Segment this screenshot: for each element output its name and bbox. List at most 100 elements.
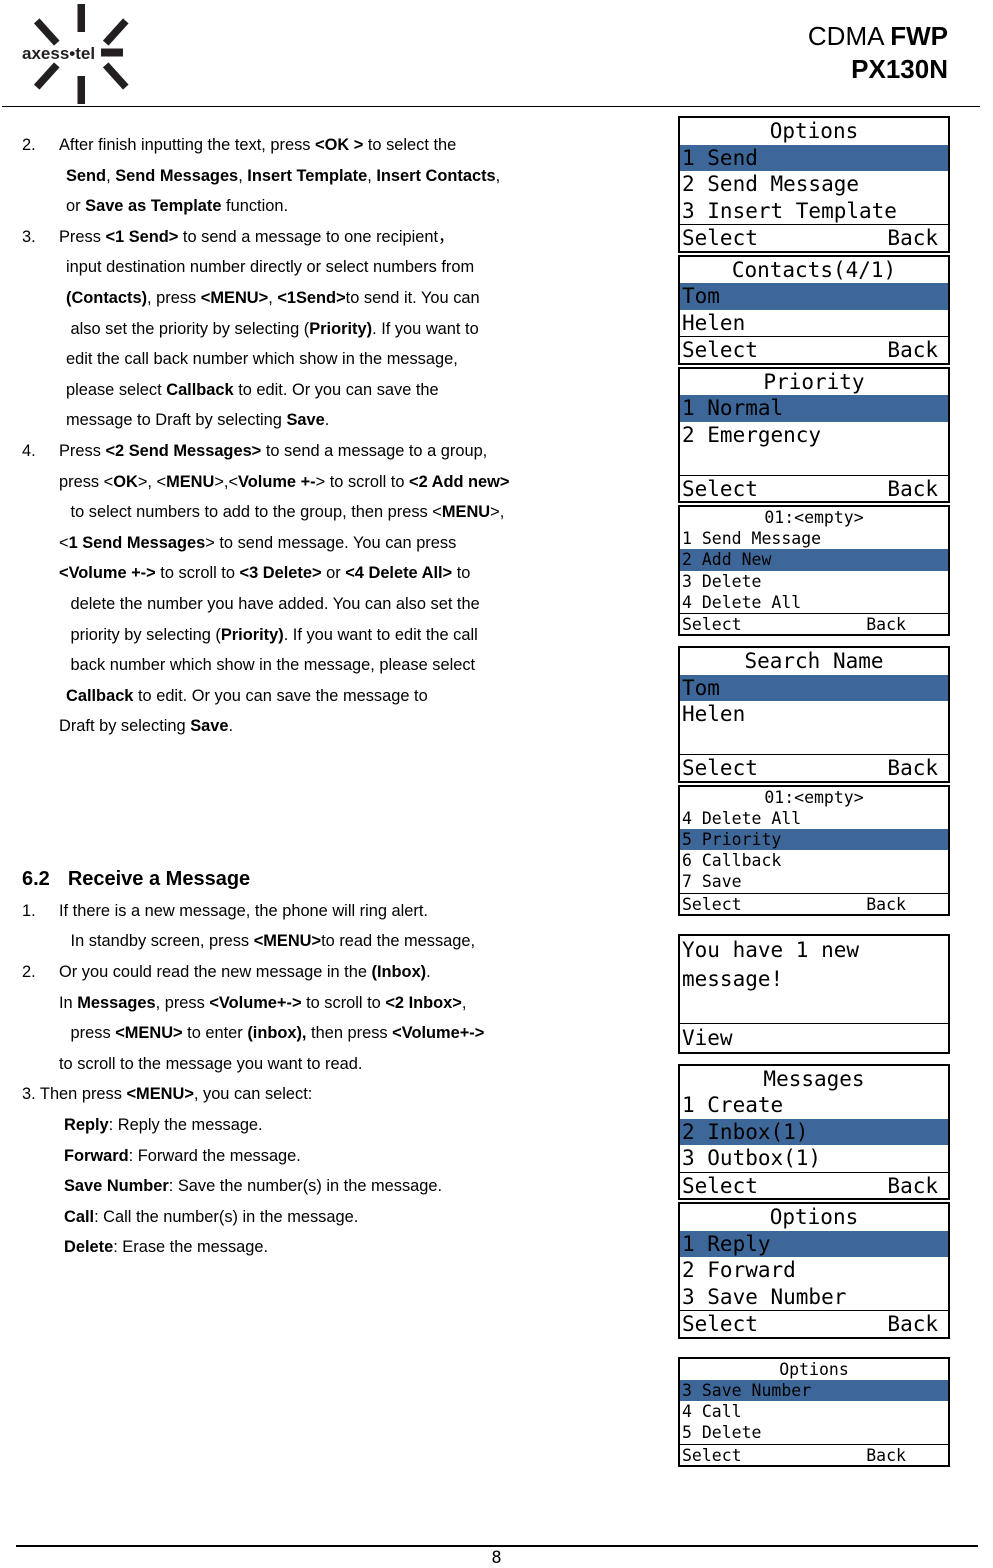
title-cdma: CDMA: [807, 21, 891, 51]
lcd-blank-row: [680, 728, 948, 755]
text-line: In standby screen, press <MENU>to read t…: [66, 932, 476, 951]
lcd-menu-item-selected[interactable]: 1 Reply: [680, 1230, 948, 1258]
section-title: Receive a Message: [67, 867, 251, 890]
lcd-menu-item[interactable]: 1 Send Message: [680, 528, 948, 549]
lcd-menu-item[interactable]: 2 Forward: [680, 1257, 948, 1284]
lcd-title: 01:<empty>: [764, 787, 864, 807]
definition-item: Reply: Reply the message.: [64, 1116, 263, 1135]
lcd-menu-item[interactable]: 1 Create: [680, 1092, 948, 1119]
axess-tel-logo: axess•tel: [14, 4, 154, 104]
lcd-softkey-right[interactable]: Back: [887, 755, 938, 781]
lcd-menu-item-selected[interactable]: Tom: [680, 674, 948, 702]
lcd-softkey-right[interactable]: Back: [887, 225, 938, 251]
text-line: Send, Send Messages, Insert Template, In…: [66, 166, 501, 185]
paragraph-step-2: 2. After finish inputting the text, pres…: [16, 130, 656, 222]
lcd-softkey-left[interactable]: Select: [682, 225, 758, 251]
lcd-screen-priority: Priority 1 Normal 2 Emergency Select Back: [678, 366, 950, 503]
lcd-menu-item[interactable]: 4 Delete All: [680, 808, 948, 829]
section-number: 6.2: [22, 867, 50, 890]
definition-item: Forward: Forward the message.: [64, 1146, 301, 1165]
lcd-softkey-left[interactable]: Select: [682, 337, 758, 363]
step-number: 2.: [22, 963, 36, 982]
text-line: Draft by selecting Save.: [59, 717, 234, 736]
lcd-softkey-right[interactable]: Back: [887, 476, 938, 502]
lcd-menu-item-selected[interactable]: 2 Add New: [680, 549, 948, 571]
lcd-softkey-right[interactable]: Back: [887, 337, 938, 363]
lcd-softkey-left[interactable]: Select: [682, 1445, 742, 1465]
lcd-menu-item[interactable]: 3 Save Number: [680, 1284, 948, 1311]
text-line: (Contacts), press <MENU>, <1Send>to send…: [66, 288, 480, 307]
lcd-screen-contacts: Contacts(4/1) Tom Helen Select Back: [678, 254, 950, 365]
lcd-blank-row: [680, 994, 948, 1023]
text-line: or Save as Template function.: [66, 197, 289, 216]
lcd-menu-item-selected[interactable]: 5 Priority: [680, 829, 948, 851]
lcd-softkey-left[interactable]: View: [682, 1024, 733, 1052]
title-model: PX130N: [851, 54, 948, 85]
lcd-softkey-right[interactable]: Back: [866, 1445, 906, 1465]
definition-item: Delete: Erase the message.: [64, 1238, 269, 1257]
lcd-softkey-right[interactable]: Back: [887, 1311, 938, 1337]
lcd-menu-item[interactable]: Helen: [680, 310, 948, 337]
screen-gap: [678, 1054, 950, 1064]
lcd-menu-item-selected[interactable]: 3 Save Number: [680, 1379, 948, 1402]
paragraph-step-4: 4. Press <2 Send Messages> to send a mes…: [16, 436, 656, 742]
lcd-softkey-left[interactable]: Select: [682, 894, 742, 914]
lcd-softkey-bar: View: [680, 1022, 948, 1052]
page-number: 8: [491, 1548, 502, 1568]
lcd-menu-item-selected[interactable]: 1 Normal: [680, 395, 948, 422]
lcd-menu-item-selected[interactable]: 2 Inbox(1): [680, 1118, 948, 1146]
lcd-menu-item[interactable]: 4 Call: [680, 1401, 948, 1422]
text-line: press <OK>, <MENU>,<Volume +-> to scroll…: [59, 472, 510, 491]
lcd-screen-options-save-number: Options 3 Save Number 4 Call 5 Delete Select…: [678, 1356, 950, 1467]
text-line: Callback to edit. Or you can save the me…: [66, 686, 428, 705]
lcd-screen-options-reply: Options 1 Reply 2 Forward 3 Save Number Sele…: [678, 1202, 950, 1339]
lcd-screen-search-name: Search Name Tom Helen Select Back: [678, 646, 950, 783]
lcd-softkey-right[interactable]: Back: [866, 614, 906, 634]
lcd-menu-item[interactable]: 2 Send Message: [680, 171, 948, 198]
lcd-softkey-bar: Select Back: [680, 612, 948, 634]
lcd-softkey-left[interactable]: Select: [682, 614, 742, 634]
footer-divider: [16, 1545, 978, 1547]
lcd-menu-item-selected[interactable]: Tom: [680, 283, 948, 310]
lcd-softkey-left[interactable]: Select: [682, 755, 758, 781]
lcd-softkey-left[interactable]: Select: [682, 476, 758, 502]
lcd-title: 01:<empty>: [764, 508, 864, 527]
screen-gap: [678, 636, 950, 646]
lcd-menu-item[interactable]: Helen: [680, 701, 948, 728]
lcd-menu-item[interactable]: 3 Delete: [680, 571, 948, 592]
lcd-menu-item[interactable]: 3 Outbox(1): [680, 1145, 948, 1172]
step-number: 2.: [22, 136, 36, 154]
step-number: 3.: [22, 227, 36, 246]
text-line: message to Draft by selecting Save.: [66, 411, 330, 430]
lcd-title: Contacts(4/1): [731, 257, 897, 282]
lcd-menu-item[interactable]: 7 Save: [680, 871, 948, 892]
paragraph-receive-step-3: 3. Then press <MENU>, you can select:: [22, 1079, 656, 1110]
lcd-menu-item[interactable]: 3 Insert Template: [680, 198, 948, 225]
lcd-menu-item[interactable]: 5 Delete: [680, 1422, 948, 1443]
lcd-menu-item-selected[interactable]: 1 Send: [680, 144, 948, 171]
lcd-softkey-right[interactable]: Back: [866, 894, 906, 914]
lcd-softkey-right[interactable]: Back: [887, 1173, 938, 1199]
lcd-softkey-bar: Select Back: [680, 892, 948, 914]
lcd-menu-item[interactable]: 2 Emergency: [680, 422, 948, 449]
screen-gap: [678, 1339, 950, 1357]
lcd-softkey-bar: Select Back: [680, 1171, 948, 1199]
lcd-softkey-left[interactable]: Select: [682, 1311, 758, 1337]
text-line: Press <2 Send Messages> to send a messag…: [59, 441, 488, 460]
lcd-screen-messages-menu: Messages 1 Create 2 Inbox(1) 3 Outbox(1) Sel…: [678, 1063, 950, 1201]
lcd-screen-new-message-alert: You have 1 new message! View: [678, 933, 950, 1054]
lcd-softkey-left[interactable]: Select: [682, 1173, 758, 1199]
lcd-title: Search Name: [744, 649, 884, 674]
lcd-screen-options-send: Options 1 Send 2 Send Message 3 Insert Temp…: [678, 116, 950, 253]
text-line: also set the priority by selecting (Prio…: [66, 319, 479, 338]
lcd-blank-row: [680, 448, 948, 475]
lcd-title: Messages: [763, 1066, 865, 1091]
lcd-menu-item[interactable]: 4 Delete All: [680, 592, 948, 613]
paragraph-receive-step-2: 2. Or you could read the new message in …: [16, 957, 656, 1079]
page-header: axess•tel CDMA FWP PX130N: [0, 0, 993, 107]
header-divider: [2, 106, 980, 107]
lcd-softkey-bar: Select Back: [680, 336, 948, 363]
lcd-menu-item[interactable]: 6 Callback: [680, 850, 948, 871]
text-line: If there is a new message, the phone wil…: [59, 901, 428, 920]
